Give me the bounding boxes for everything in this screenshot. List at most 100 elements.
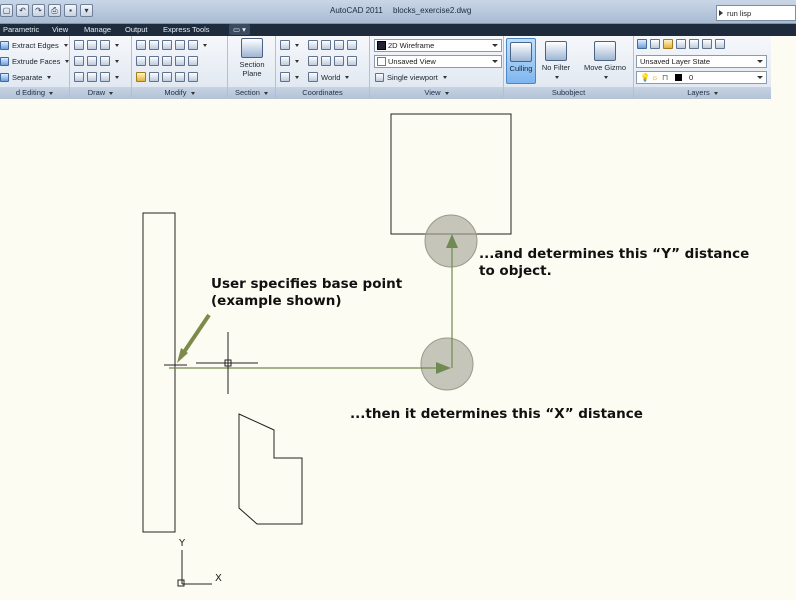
- layer-iso-icon[interactable]: [650, 39, 660, 49]
- ucs-icon[interactable]: [280, 40, 290, 50]
- layers-row-1: [637, 39, 725, 49]
- ribbon-gap: [771, 36, 796, 99]
- ucs-y-icon[interactable]: [321, 40, 331, 50]
- ucs-view-icon[interactable]: [347, 40, 357, 50]
- section-plane-button[interactable]: Section Plane: [234, 38, 270, 78]
- tall-rectangle-object: [142, 212, 176, 533]
- copy-icon[interactable]: [136, 56, 146, 66]
- solid-edit-icon[interactable]: [149, 40, 159, 50]
- tab-view[interactable]: View: [52, 25, 68, 34]
- no-filter-button[interactable]: No Filter: [538, 38, 574, 81]
- layer-lock-icon[interactable]: [689, 39, 699, 49]
- tab-manage[interactable]: Manage: [84, 25, 111, 34]
- search-input[interactable]: run lisp: [716, 5, 796, 21]
- caret-icon: [115, 59, 119, 63]
- extrude-faces-label: Extrude Faces: [12, 57, 61, 66]
- extrude-faces-button[interactable]: Extrude Faces: [0, 57, 70, 66]
- move-gizmo-button[interactable]: Move Gizmo: [578, 38, 632, 81]
- base-point-pointer: [180, 313, 211, 357]
- draw-row-2: [74, 56, 119, 66]
- layer-match-icon[interactable]: [702, 39, 712, 49]
- panel-title-section[interactable]: Section: [228, 87, 275, 99]
- layer-properties-icon[interactable]: [637, 39, 647, 49]
- tab-express-tools[interactable]: Express Tools: [163, 25, 210, 34]
- join-icon[interactable]: [188, 72, 198, 82]
- layer-state-dropdown[interactable]: Unsaved Layer State: [636, 55, 767, 68]
- annotation-x-distance: ...then it determines this “X” distance: [350, 406, 643, 422]
- plot-icon[interactable]: ⎙: [48, 4, 61, 17]
- layer-off-icon[interactable]: [663, 39, 673, 49]
- rectangle-icon[interactable]: [87, 72, 97, 82]
- search-input-value: run lisp: [727, 9, 752, 18]
- caret-icon: [295, 59, 299, 63]
- visual-style-icon: [377, 41, 386, 50]
- ribbon-tab-bar: Parametric View Manage Output Express To…: [0, 24, 796, 36]
- draw-row-3: [74, 72, 119, 82]
- panel-title-layers[interactable]: Layers: [634, 87, 771, 99]
- union-icon[interactable]: [136, 72, 146, 82]
- polygon-icon[interactable]: [74, 72, 84, 82]
- tab-parametric[interactable]: Parametric: [3, 25, 39, 34]
- line-icon[interactable]: [87, 40, 97, 50]
- explode-icon[interactable]: [188, 56, 198, 66]
- named-view-dropdown[interactable]: Unsaved View: [374, 55, 502, 68]
- ellipse-icon[interactable]: [100, 72, 110, 82]
- trim-icon[interactable]: [188, 40, 198, 50]
- layer-freeze-icon[interactable]: [676, 39, 686, 49]
- panel-title-view[interactable]: View: [370, 87, 503, 99]
- redo-icon[interactable]: ↷: [32, 4, 45, 17]
- ucs-z-icon[interactable]: [334, 40, 344, 50]
- ucs-zaxis-icon[interactable]: [347, 56, 357, 66]
- no-filter-icon: [545, 41, 567, 61]
- fillet-icon[interactable]: [136, 40, 146, 50]
- panel-title-draw[interactable]: Draw: [70, 87, 131, 99]
- tab-output[interactable]: Output: [125, 25, 148, 34]
- viewport-config-button[interactable]: Single viewport: [375, 73, 447, 82]
- rotate-icon[interactable]: [162, 56, 172, 66]
- panel-title-text: d Editing: [15, 88, 46, 97]
- arc-icon[interactable]: [100, 40, 110, 50]
- panel-title-modify[interactable]: Modify: [132, 87, 227, 99]
- offset-icon[interactable]: [175, 56, 185, 66]
- annotation-y-distance: ...and determines this “Y” distance to o…: [479, 246, 750, 279]
- move-icon[interactable]: [162, 40, 172, 50]
- ucs-3point-icon[interactable]: [308, 56, 318, 66]
- qat-menu-icon[interactable]: ▾: [80, 4, 93, 17]
- circle-icon[interactable]: [100, 56, 110, 66]
- extract-edges-button[interactable]: Extract Edges: [0, 41, 68, 50]
- panel-title-subobject[interactable]: Subobject: [504, 87, 633, 99]
- app-title: AutoCAD 2011: [330, 6, 383, 15]
- drawing-canvas[interactable]: User specifies base point (example shown…: [0, 100, 796, 600]
- panel-title-solid-editing[interactable]: d Editing: [0, 87, 69, 99]
- erase-icon[interactable]: [175, 72, 185, 82]
- ucs-named-icon[interactable]: [280, 72, 290, 82]
- ucs-origin-icon[interactable]: [280, 56, 290, 66]
- quick-access-toolbar: ▢ ↶ ↷ ⎙ ▪ ▾: [0, 4, 93, 17]
- drawing-svg: [142, 113, 512, 587]
- spline-icon[interactable]: [74, 56, 84, 66]
- array-icon[interactable]: [149, 56, 159, 66]
- draw-row-1: [74, 40, 119, 50]
- panel-title-coordinates[interactable]: Coordinates: [276, 87, 369, 99]
- separate-button[interactable]: Separate: [0, 73, 52, 82]
- current-layer-dropdown[interactable]: 💡 ☼ ⊓ 0: [636, 71, 767, 84]
- viewport-label: Single viewport: [387, 73, 438, 82]
- panel-subobject: Culling No Filter Move Gizmo Subobject: [504, 36, 634, 99]
- culling-button[interactable]: Culling: [506, 38, 536, 84]
- mirror-icon[interactable]: [149, 72, 159, 82]
- undo-icon[interactable]: ↶: [16, 4, 29, 17]
- polyline-icon[interactable]: [74, 40, 84, 50]
- save-icon[interactable]: ▪: [64, 4, 77, 17]
- workspace-switch-icon[interactable]: ▭ ▾: [229, 24, 250, 35]
- ucs-face-icon[interactable]: [334, 56, 344, 66]
- layer-previous-icon[interactable]: [715, 39, 725, 49]
- stretch-icon[interactable]: [162, 72, 172, 82]
- panel-modify: Modify: [132, 36, 228, 99]
- visual-style-dropdown[interactable]: 2D Wireframe: [374, 39, 502, 52]
- new-file-icon[interactable]: ▢: [0, 4, 13, 17]
- ucs-x-icon[interactable]: [308, 40, 318, 50]
- ucs-object-icon[interactable]: [321, 56, 331, 66]
- scale-icon[interactable]: [175, 40, 185, 50]
- ucs-dropdown[interactable]: World: [321, 73, 340, 82]
- ray-icon[interactable]: [87, 56, 97, 66]
